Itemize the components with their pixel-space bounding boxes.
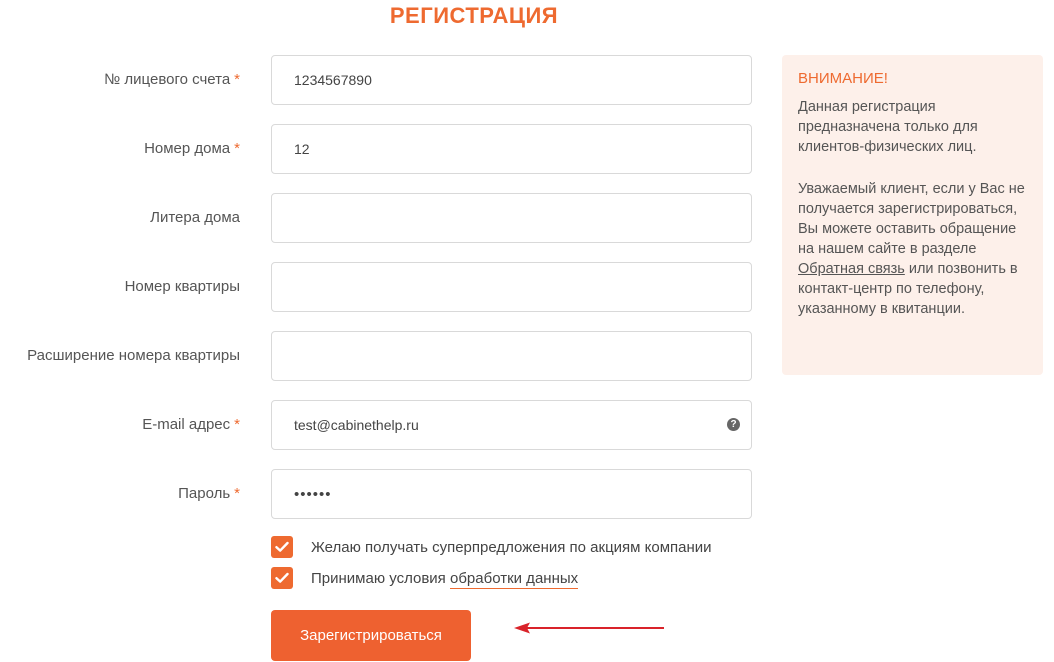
arrow-left-icon bbox=[514, 622, 664, 634]
form-row-apartment: Номер квартиры bbox=[0, 262, 752, 312]
account-number-input[interactable] bbox=[271, 55, 752, 105]
form-row-house: Номер дома * bbox=[0, 124, 752, 174]
feedback-link[interactable]: Обратная связь bbox=[798, 261, 905, 277]
form-row-email: E-mail адрес* ? bbox=[0, 400, 752, 450]
registration-page: РЕГИСТРАЦИЯ № лицевого счета* Номер дома… bbox=[0, 0, 1054, 662]
checkmark-icon bbox=[275, 572, 289, 583]
page-title: РЕГИСТРАЦИЯ bbox=[389, 3, 559, 28]
apartment-extension-input[interactable] bbox=[271, 331, 752, 381]
terms-consent-checkbox[interactable] bbox=[271, 567, 293, 589]
form-row-password: Пароль * bbox=[0, 469, 752, 519]
apartment-number-input[interactable] bbox=[271, 262, 752, 312]
notice-paragraph-contact: Уважаемый клиент, если у Вас не получает… bbox=[798, 181, 1025, 317]
email-input[interactable] bbox=[271, 400, 752, 450]
house-number-input[interactable] bbox=[271, 124, 752, 174]
form-row-apartment-ext: Расширение номера квартиры bbox=[0, 331, 752, 381]
required-asterisk: * bbox=[234, 416, 240, 433]
required-asterisk: * bbox=[234, 140, 240, 157]
form-row-account: № лицевого счета * bbox=[0, 55, 752, 105]
promo-consent-row: Желаю получать суперпредложения по акция… bbox=[271, 536, 712, 558]
terms-consent-label: Принимаю условия обработки данных bbox=[311, 569, 579, 589]
checkmark-icon bbox=[275, 541, 289, 552]
notice-box: ВНИМАНИЕ! Данная регистрация предназначе… bbox=[782, 55, 1043, 375]
question-circle-icon[interactable]: ? bbox=[727, 418, 740, 431]
house-number-label: Номер дома * bbox=[144, 140, 240, 157]
email-label: E-mail адрес * bbox=[142, 416, 240, 433]
notice-paragraph: Данная регистрация предназначена только … bbox=[798, 99, 978, 155]
promo-consent-label: Желаю получать суперпредложения по акция… bbox=[311, 538, 712, 556]
data-processing-link[interactable]: обработки данных bbox=[449, 569, 579, 589]
form-row-house-letter: Литера дома bbox=[0, 193, 752, 243]
password-label: Пароль * bbox=[178, 485, 240, 502]
required-asterisk: * bbox=[234, 485, 240, 502]
apartment-extension-label: Расширение номера квартиры bbox=[27, 347, 240, 364]
apartment-number-label: Номер квартиры bbox=[124, 278, 240, 295]
password-input[interactable] bbox=[271, 469, 752, 519]
house-letter-label: Литера дома bbox=[150, 209, 240, 226]
promo-consent-checkbox[interactable] bbox=[271, 536, 293, 558]
account-label: № лицевого счета * bbox=[104, 71, 240, 88]
terms-consent-row: Принимаю условия обработки данных bbox=[271, 567, 579, 589]
required-asterisk: * bbox=[234, 71, 240, 88]
notice-title: ВНИМАНИЕ! bbox=[798, 70, 888, 87]
house-letter-input[interactable] bbox=[271, 193, 752, 243]
register-button[interactable]: Зарегистрироваться bbox=[271, 610, 471, 661]
